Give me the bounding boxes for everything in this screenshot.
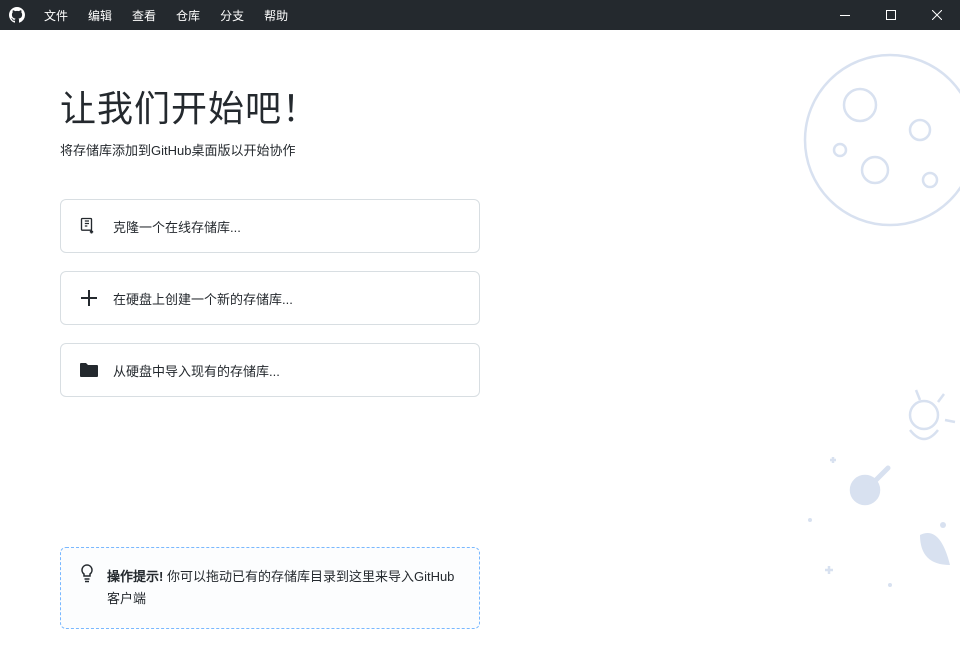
create-label: 在硬盘上创建一个新的存储库... [113,289,293,308]
clone-label: 克隆一个在线存储库... [113,217,241,236]
close-button[interactable] [914,0,960,30]
welcome-screen: 让我们开始吧！ 将存储库添加到GitHub桌面版以开始协作 克隆一个在线存储库.… [0,30,960,660]
title-bar: 文件 编辑 查看 仓库 分支 帮助 [0,0,960,30]
add-label: 从硬盘中导入现有的存储库... [113,361,280,380]
menu-help[interactable]: 帮助 [254,0,298,30]
plus-icon [79,289,99,307]
menu-view[interactable]: 查看 [122,0,166,30]
menu-repository[interactable]: 仓库 [166,0,210,30]
tip-text: 操作提示! 你可以拖动已有的存储库目录到这里来导入GitHub客户端 [107,566,461,610]
menu-branch[interactable]: 分支 [210,0,254,30]
minimize-button[interactable] [822,0,868,30]
add-repository-button[interactable]: 从硬盘中导入现有的存储库... [60,343,480,397]
clone-repository-button[interactable]: 克隆一个在线存储库... [60,199,480,253]
create-repository-button[interactable]: 在硬盘上创建一个新的存储库... [60,271,480,325]
folder-icon [79,362,99,378]
clone-icon [79,216,99,236]
menu-file[interactable]: 文件 [34,0,78,30]
moon-illustration [790,40,960,240]
pro-tip-box: 操作提示! 你可以拖动已有的存储库目录到这里来导入GitHub客户端 [60,547,480,629]
github-logo-icon [0,0,34,30]
window-controls [822,0,960,30]
lightbulb-icon [79,564,95,589]
maximize-button[interactable] [868,0,914,30]
action-list: 克隆一个在线存储库... 在硬盘上创建一个新的存储库... 从硬盘中导入现有的存… [60,199,480,397]
space-decoration [660,360,960,660]
menu-edit[interactable]: 编辑 [78,0,122,30]
tip-strong: 操作提示! [107,569,163,584]
main-menu: 文件 编辑 查看 仓库 分支 帮助 [34,0,298,30]
